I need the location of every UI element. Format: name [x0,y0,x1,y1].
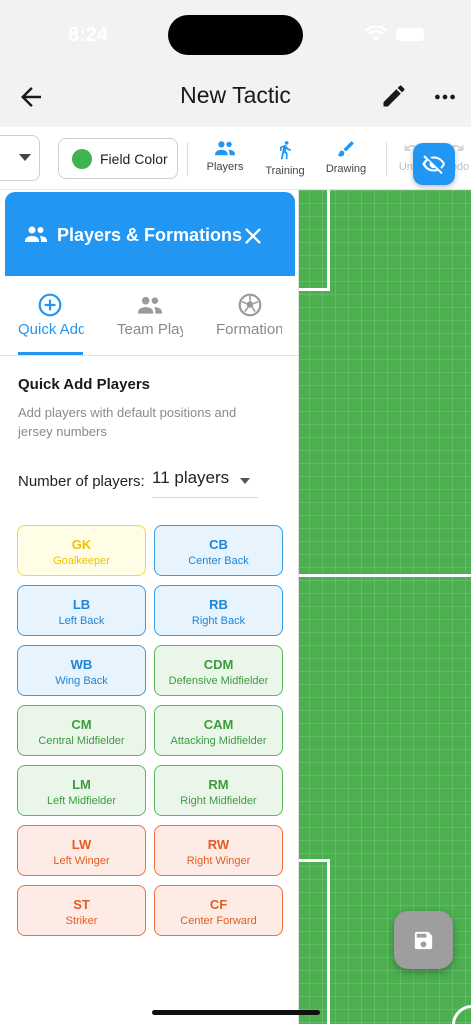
formation-dropdown[interactable] [0,135,40,181]
active-tab-indicator [18,352,83,355]
corner-arc [452,1005,471,1024]
app-bar: New Tactic [0,70,471,126]
edit-pencil-icon[interactable] [380,82,408,110]
plus-circle-icon [38,293,62,317]
soccer-field[interactable] [296,190,471,1024]
status-time: 8:24 [68,24,109,46]
number-of-players-value: 11 players [152,468,230,487]
position-button-st[interactable]: ST Striker [17,885,146,936]
position-button-cb[interactable]: CB Center Back [154,525,283,576]
home-indicator[interactable] [152,1010,320,1015]
drawing-tool-button[interactable]: Drawing [316,137,376,183]
tab-formations[interactable]: Formations [198,276,298,356]
penalty-box-bottom-line [296,859,330,862]
toolbar-divider [187,142,188,176]
number-of-players-select[interactable]: 11 players [152,468,258,498]
training-tool-button[interactable]: Training [255,137,315,183]
drawing-tool-label: Drawing [325,163,367,175]
paintbrush-icon [337,141,354,157]
position-button-cm[interactable]: CM Central Midfielder [17,705,146,756]
field-color-button[interactable]: Field Color [58,138,178,179]
people-icon [215,141,235,156]
position-button-lw[interactable]: LW Left Winger [17,825,146,876]
position-button-rb[interactable]: RB Right Back [154,585,283,636]
position-button-cam[interactable]: CAM Attacking Midfielder [154,705,283,756]
wifi-icon [365,26,387,41]
battery-icon [396,28,424,41]
toggle-visibility-button[interactable] [413,143,455,185]
position-button-rm[interactable]: RM Right Midfielder [154,765,283,816]
save-floppy-icon [414,931,433,950]
players-tool-label: Players [206,161,244,173]
chevron-down-icon [19,154,31,161]
toolbar-divider [386,142,387,176]
tab-label: Team Players [117,321,183,338]
running-person-icon [280,141,291,160]
people-icon [25,226,47,242]
eye-off-icon [422,155,445,175]
position-button-cf[interactable]: CF Center Forward [154,885,283,936]
people-icon [138,296,162,314]
panel-tabs: Quick Add Team Players Formations [0,276,299,356]
penalty-box-top-side [327,190,330,291]
training-tool-label: Training [265,165,305,177]
tactic-toolbar: Field Color Players Training Drawing Und… [0,127,471,190]
save-button[interactable] [394,911,453,969]
penalty-box-top-line [296,288,330,291]
soccer-ball-icon [238,293,262,317]
tab-team-players[interactable]: Team Players [99,276,199,356]
penalty-box-bottom-side [327,859,330,1024]
dynamic-island [168,15,303,55]
section-description: Add players with default positions and j… [18,405,237,439]
section-title: Quick Add Players [18,376,150,393]
chevron-down-icon [240,478,250,484]
position-button-wb[interactable]: WB Wing Back [17,645,146,696]
position-button-lb[interactable]: LB Left Back [17,585,146,636]
number-of-players-label: Number of players: [18,473,145,490]
status-bar: 8:24 [0,0,471,70]
panel-title: Players & Formations [57,225,243,245]
panel-header: Players & Formations [5,192,295,276]
position-button-cdm[interactable]: CDM Defensive Midfielder [154,645,283,696]
field-color-swatch [72,148,92,169]
tab-label: Quick Add [18,321,84,338]
position-button-lm[interactable]: LM Left Midfielder [17,765,146,816]
tab-label: Formations [216,321,282,338]
more-options-icon[interactable] [432,84,458,110]
position-button-gk[interactable]: GK Goalkeeper [17,525,146,576]
field-color-label: Field Color [100,150,168,167]
players-tool-button[interactable]: Players [195,137,255,183]
players-formations-panel: Players & Formations Quick Add Team Play… [0,190,299,1024]
halfway-line [296,574,471,577]
tab-quick-add[interactable]: Quick Add [0,276,100,356]
position-button-rw[interactable]: RW Right Winger [154,825,283,876]
close-icon[interactable] [242,225,264,247]
